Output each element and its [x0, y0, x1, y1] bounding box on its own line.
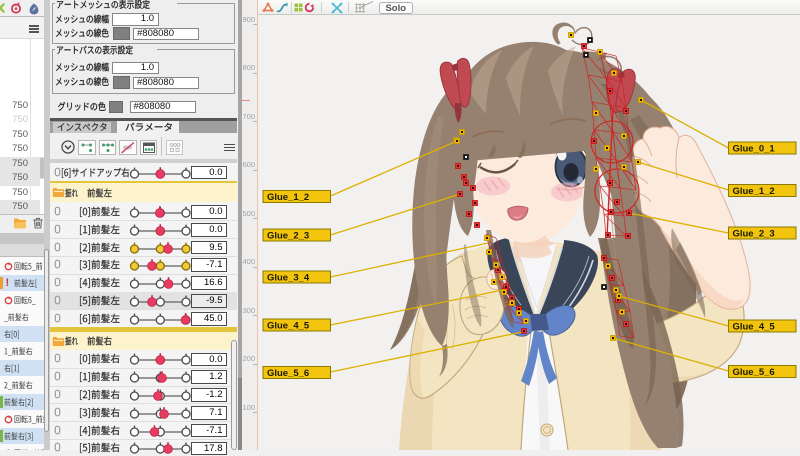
- svg-text:Glue_5_6: Glue_5_6: [733, 367, 775, 378]
- svg-text:Glue_1_2: Glue_1_2: [267, 192, 309, 203]
- svg-text:Glue_1_2: Glue_1_2: [733, 186, 775, 197]
- svg-text:Glue_3_4: Glue_3_4: [267, 272, 310, 283]
- svg-text:Glue_4_5: Glue_4_5: [267, 320, 310, 331]
- svg-text:Glue_4_5: Glue_4_5: [733, 321, 776, 332]
- svg-text:Glue_2_3: Glue_2_3: [267, 230, 309, 241]
- svg-text:Glue_0_1: Glue_0_1: [733, 144, 776, 155]
- svg-text:Glue_2_3: Glue_2_3: [733, 228, 775, 239]
- svg-text:Glue_5_6: Glue_5_6: [267, 368, 309, 379]
